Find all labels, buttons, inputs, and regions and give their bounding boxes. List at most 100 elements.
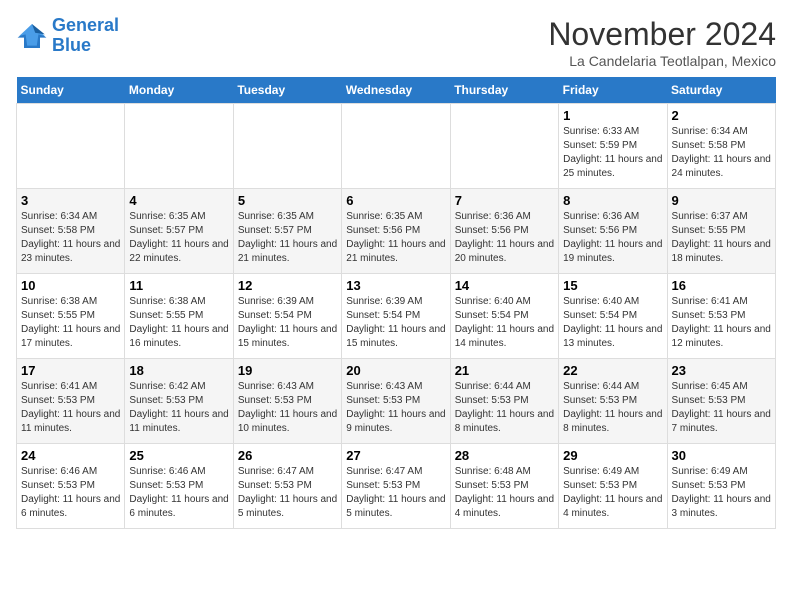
day-info: Sunrise: 6:39 AMSunset: 5:54 PMDaylight:… [238,295,337,351]
calendar-cell: 6 Sunrise: 6:35 AMSunset: 5:56 PMDaylight… [342,189,450,274]
calendar-cell: 29 Sunrise: 6:49 AMSunset: 5:53 PMDayligh… [559,444,667,529]
calendar-cell: 23 Sunrise: 6:45 AMSunset: 5:53 PMDayligh… [667,359,775,444]
day-number: 10 [21,278,120,293]
calendar-week-1: 3 Sunrise: 6:34 AMSunset: 5:58 PMDaylight… [17,189,776,274]
day-info: Sunrise: 6:49 AMSunset: 5:53 PMDaylight:… [563,465,662,521]
calendar-cell: 30Sunrise: 6:49 AMSunset: 5:53 PMDayligh… [667,444,775,529]
day-number: 1 [563,108,662,123]
day-info: Sunrise: 6:40 AMSunset: 5:54 PMDaylight:… [455,295,554,351]
logo: General Blue [16,16,119,56]
calendar-cell: 8 Sunrise: 6:36 AMSunset: 5:56 PMDaylight… [559,189,667,274]
calendar-week-3: 17 Sunrise: 6:41 AMSunset: 5:53 PMDayligh… [17,359,776,444]
day-number: 25 [129,448,228,463]
calendar-cell: 15 Sunrise: 6:40 AMSunset: 5:54 PMDayligh… [559,274,667,359]
calendar-cell: 14 Sunrise: 6:40 AMSunset: 5:54 PMDayligh… [450,274,558,359]
calendar-cell: 10 Sunrise: 6:38 AMSunset: 5:55 PMDayligh… [17,274,125,359]
day-info: Sunrise: 6:34 AMSunset: 5:58 PMDaylight:… [672,125,771,181]
calendar-cell: 12 Sunrise: 6:39 AMSunset: 5:54 PMDayligh… [233,274,341,359]
day-info: Sunrise: 6:40 AMSunset: 5:54 PMDaylight:… [563,295,662,351]
day-info: Sunrise: 6:43 AMSunset: 5:53 PMDaylight:… [346,380,445,436]
weekday-thursday: Thursday [450,77,558,104]
day-number: 11 [129,278,228,293]
day-info: Sunrise: 6:48 AMSunset: 5:53 PMDaylight:… [455,465,554,521]
day-number: 24 [21,448,120,463]
calendar-cell: 3 Sunrise: 6:34 AMSunset: 5:58 PMDaylight… [17,189,125,274]
calendar-cell: 4 Sunrise: 6:35 AMSunset: 5:57 PMDaylight… [125,189,233,274]
day-info: Sunrise: 6:41 AMSunset: 5:53 PMDaylight:… [672,295,771,351]
calendar-cell: 26Sunrise: 6:47 AMSunset: 5:53 PMDayligh… [233,444,341,529]
day-info: Sunrise: 6:35 AMSunset: 5:56 PMDaylight:… [346,210,445,266]
day-number: 13 [346,278,445,293]
day-number: 22 [563,363,662,378]
day-number: 6 [346,193,445,208]
location: La Candelaria Teotlalpan, Mexico [548,53,776,69]
day-info: Sunrise: 6:44 AMSunset: 5:53 PMDaylight:… [563,380,662,436]
day-number: 27 [346,448,445,463]
day-info: Sunrise: 6:43 AMSunset: 5:53 PMDaylight:… [238,380,337,436]
day-number: 14 [455,278,554,293]
calendar-week-4: 24 Sunrise: 6:46 AMSunset: 5:53 PMDayligh… [17,444,776,529]
calendar-cell: 17 Sunrise: 6:41 AMSunset: 5:53 PMDayligh… [17,359,125,444]
day-info: Sunrise: 6:38 AMSunset: 5:55 PMDaylight:… [21,295,120,351]
month-title: November 2024 [548,16,776,53]
day-number: 17 [21,363,120,378]
day-info: Sunrise: 6:41 AMSunset: 5:53 PMDaylight:… [21,380,120,436]
day-info: Sunrise: 6:35 AMSunset: 5:57 PMDaylight:… [129,210,228,266]
calendar-cell: 5 Sunrise: 6:35 AMSunset: 5:57 PMDaylight… [233,189,341,274]
day-number: 15 [563,278,662,293]
calendar-cell [342,104,450,189]
weekday-sunday: Sunday [17,77,125,104]
page-container: General Blue November 2024 La Candelaria… [16,16,776,529]
header: General Blue November 2024 La Candelaria… [16,16,776,69]
day-number: 29 [563,448,662,463]
calendar-week-2: 10 Sunrise: 6:38 AMSunset: 5:55 PMDayligh… [17,274,776,359]
weekday-header-row: SundayMondayTuesdayWednesdayThursdayFrid… [17,77,776,104]
day-number: 3 [21,193,120,208]
title-block: November 2024 La Candelaria Teotlalpan, … [548,16,776,69]
day-info: Sunrise: 6:36 AMSunset: 5:56 PMDaylight:… [563,210,662,266]
calendar-cell: 28 Sunrise: 6:48 AMSunset: 5:53 PMDayligh… [450,444,558,529]
day-number: 16 [672,278,771,293]
day-info: Sunrise: 6:34 AMSunset: 5:58 PMDaylight:… [21,210,120,266]
weekday-tuesday: Tuesday [233,77,341,104]
day-number: 9 [672,193,771,208]
day-info: Sunrise: 6:44 AMSunset: 5:53 PMDaylight:… [455,380,554,436]
day-number: 21 [455,363,554,378]
weekday-wednesday: Wednesday [342,77,450,104]
calendar-cell: 21 Sunrise: 6:44 AMSunset: 5:53 PMDayligh… [450,359,558,444]
calendar-cell: 2 Sunrise: 6:34 AMSunset: 5:58 PMDaylight… [667,104,775,189]
day-number: 5 [238,193,337,208]
calendar-cell: 13 Sunrise: 6:39 AMSunset: 5:54 PMDayligh… [342,274,450,359]
calendar-cell: 27Sunrise: 6:47 AMSunset: 5:53 PMDayligh… [342,444,450,529]
day-number: 28 [455,448,554,463]
day-info: Sunrise: 6:46 AMSunset: 5:53 PMDaylight:… [129,465,228,521]
calendar-cell: 16 Sunrise: 6:41 AMSunset: 5:53 PMDayligh… [667,274,775,359]
day-number: 23 [672,363,771,378]
day-number: 7 [455,193,554,208]
calendar-header: SundayMondayTuesdayWednesdayThursdayFrid… [17,77,776,104]
day-info: Sunrise: 6:47 AMSunset: 5:53 PMDaylight:… [238,465,337,521]
calendar-body: 1 Sunrise: 6:33 AMSunset: 5:59 PMDaylight… [17,104,776,529]
day-number: 4 [129,193,228,208]
weekday-friday: Friday [559,77,667,104]
day-info: Sunrise: 6:35 AMSunset: 5:57 PMDaylight:… [238,210,337,266]
calendar-cell: 1 Sunrise: 6:33 AMSunset: 5:59 PMDaylight… [559,104,667,189]
day-info: Sunrise: 6:45 AMSunset: 5:53 PMDaylight:… [672,380,771,436]
calendar: SundayMondayTuesdayWednesdayThursdayFrid… [16,77,776,529]
day-info: Sunrise: 6:39 AMSunset: 5:54 PMDaylight:… [346,295,445,351]
calendar-cell: 9Sunrise: 6:37 AMSunset: 5:55 PMDaylight… [667,189,775,274]
day-info: Sunrise: 6:36 AMSunset: 5:56 PMDaylight:… [455,210,554,266]
weekday-saturday: Saturday [667,77,775,104]
day-number: 18 [129,363,228,378]
day-number: 8 [563,193,662,208]
day-number: 20 [346,363,445,378]
calendar-cell: 11Sunrise: 6:38 AMSunset: 5:55 PMDayligh… [125,274,233,359]
logo-icon [16,20,48,52]
calendar-cell [450,104,558,189]
day-info: Sunrise: 6:33 AMSunset: 5:59 PMDaylight:… [563,125,662,181]
day-number: 19 [238,363,337,378]
day-number: 12 [238,278,337,293]
day-number: 2 [672,108,771,123]
logo-text: General Blue [52,16,119,56]
calendar-cell: 24Sunrise: 6:46 AMSunset: 5:53 PMDayligh… [17,444,125,529]
